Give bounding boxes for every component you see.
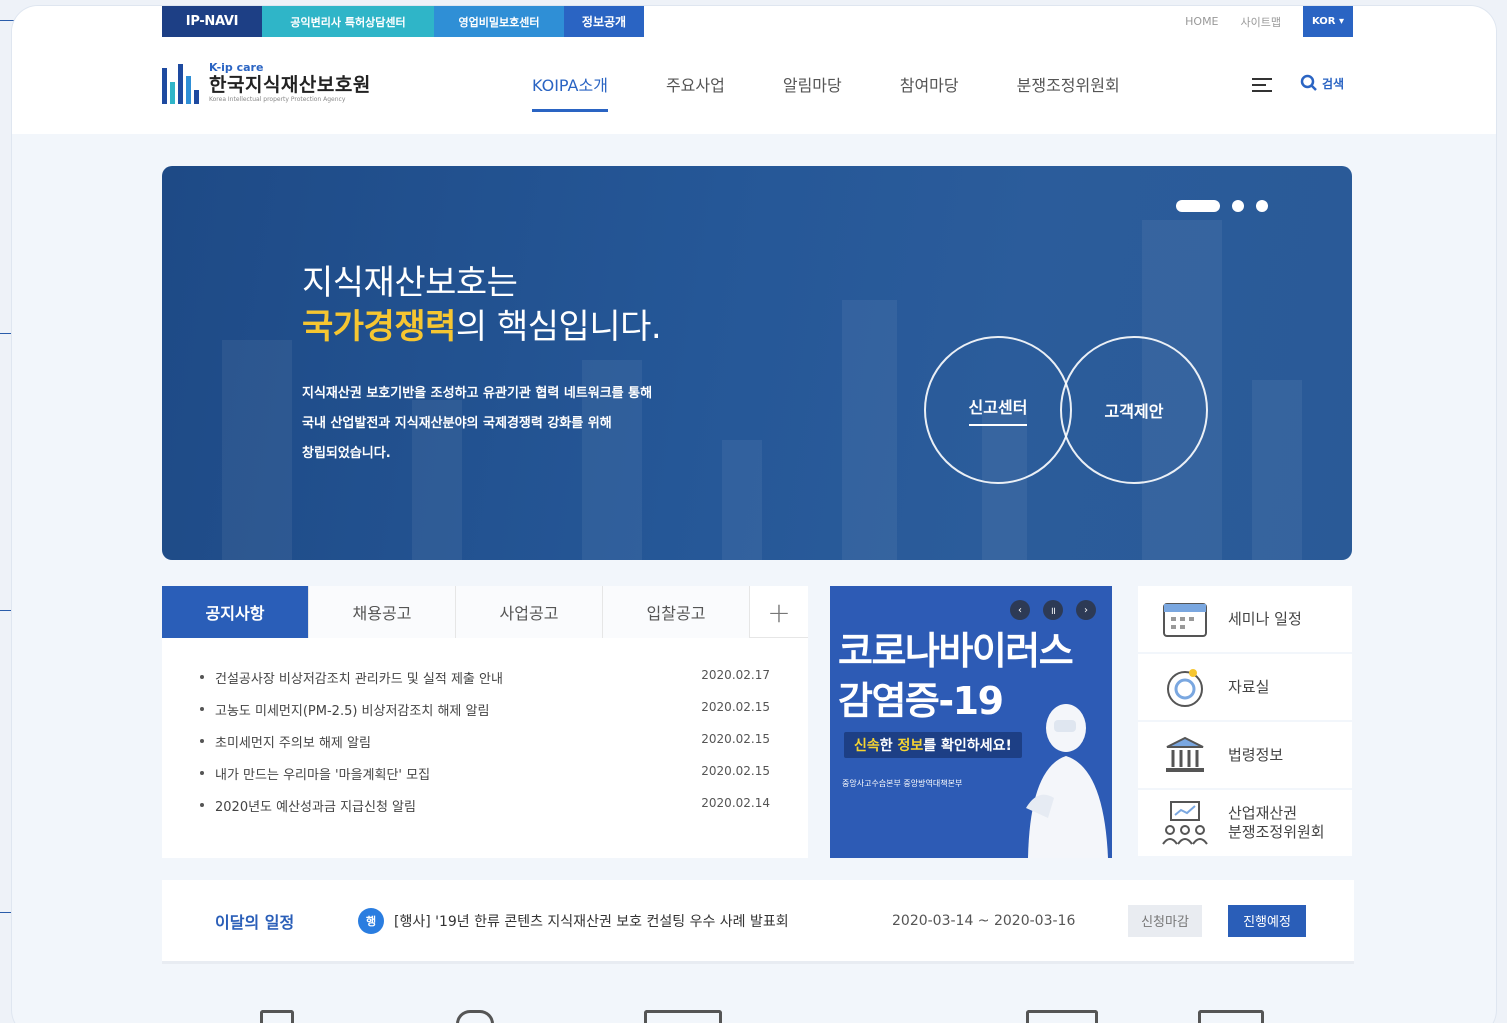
main-navigation: KOIPA소개 주요사업 알림마당 참여마당 분쟁조정위원회 bbox=[532, 72, 1178, 112]
bottom-quick-icon[interactable] bbox=[1198, 1010, 1264, 1023]
more-plus-icon[interactable]: + bbox=[750, 586, 808, 638]
quick-link-label: 자료실 bbox=[1228, 677, 1270, 696]
skyline-building bbox=[1252, 380, 1302, 560]
schedule-date: 2020-03-14 ~ 2020-03-16 bbox=[892, 912, 1076, 929]
schedule-title: 이달의 일정 bbox=[215, 912, 295, 932]
archive-icon bbox=[1160, 664, 1210, 710]
home-link[interactable]: HOME bbox=[1185, 15, 1218, 28]
nav-notice-board[interactable]: 알림마당 bbox=[783, 72, 842, 106]
bottom-quick-icon[interactable] bbox=[260, 1010, 294, 1023]
prev-icon[interactable]: ‹ bbox=[1010, 600, 1030, 620]
covid-promo-banner[interactable]: ‹ ॥ › 코로나바이러스 감염증-19 신속한 정보를 확인하세요! 중앙사고… bbox=[830, 586, 1112, 858]
bottom-quick-icon[interactable] bbox=[456, 1010, 494, 1023]
hero-highlight: 국가경쟁력 bbox=[302, 307, 456, 347]
hero-banner: 지식재산보호는 국가경쟁력의 핵심입니다. 지식재산권 보호기반을 조성하고 유… bbox=[162, 166, 1352, 560]
nav-main-business[interactable]: 주요사업 bbox=[666, 72, 725, 106]
list-item[interactable]: 고농도 미세먼지(PM-2.5) 비상저감조치 해제 알림 2020.02.15 bbox=[200, 700, 770, 732]
language-select[interactable]: KOR ▾ bbox=[1303, 6, 1353, 37]
notice-board: 공지사항 채용공고 사업공고 입찰공고 + 건설공사장 비상저감조치 관리카드 … bbox=[162, 586, 808, 858]
list-item[interactable]: 내가 만드는 우리마을 '마을계획단' 모집 2020.02.15 bbox=[200, 764, 770, 796]
monthly-schedule: 이달의 일정 행 [행사] '19년 한류 콘텐츠 지식재산권 보호 컨설팅 우… bbox=[162, 880, 1354, 964]
utility-links: HOME 사이트맵 KOR ▾ bbox=[1185, 6, 1353, 37]
next-icon[interactable]: › bbox=[1076, 600, 1096, 620]
browser-frame: IP-NAVI 공익변리사 특허상담센터 영업비밀보호센터 정보공개 HOME … bbox=[12, 6, 1496, 1023]
status-badge-closed: 신청마감 bbox=[1128, 904, 1202, 937]
quick-link-seminar[interactable]: 세미나 일정 bbox=[1138, 586, 1352, 652]
customer-proposal-button[interactable]: 고객제안 bbox=[1060, 336, 1208, 484]
quick-link-label: 산업재산권 분쟁조정위원회 bbox=[1228, 804, 1325, 841]
sitemap-link[interactable]: 사이트맵 bbox=[1241, 14, 1281, 30]
committee-icon bbox=[1160, 800, 1210, 846]
status-badge-upcoming: 진행예정 bbox=[1228, 904, 1306, 937]
tab-business-announcements[interactable]: 사업공고 bbox=[456, 586, 603, 638]
tab-recruitment[interactable]: 채용공고 bbox=[309, 586, 456, 638]
list-item[interactable]: 초미세먼지 주의보 해제 알림 2020.02.15 bbox=[200, 732, 770, 764]
schedule-event-link[interactable]: [행사] '19년 한류 콘텐츠 지식재산권 보호 컨설팅 우수 사례 발표회 bbox=[394, 911, 892, 931]
hero-pagination bbox=[1176, 200, 1280, 212]
law-building-icon bbox=[1160, 732, 1210, 778]
bottom-quick-icon[interactable] bbox=[1026, 1010, 1098, 1023]
quick-link-archive[interactable]: 자료실 bbox=[1138, 654, 1352, 720]
nav-dispute-committee[interactable]: 분쟁조정위원회 bbox=[1017, 72, 1120, 106]
tab-info-disclosure[interactable]: 정보공개 bbox=[564, 6, 644, 37]
hero-description: 지식재산권 보호기반을 조성하고 유관기관 협력 네트워크를 통해 국내 산업발… bbox=[302, 386, 653, 461]
list-item[interactable]: 2020년도 예산성과금 지급신청 알림 2020.02.14 bbox=[200, 796, 770, 828]
skyline-building bbox=[842, 300, 897, 560]
nav-participation[interactable]: 참여마당 bbox=[900, 72, 959, 106]
quick-links: 세미나 일정 자료실 법령정보 산업재산권 분쟁조정위원회 bbox=[1138, 586, 1352, 858]
event-type-badge: 행 bbox=[358, 907, 384, 934]
family-site-tabs: IP-NAVI 공익변리사 특허상담센터 영업비밀보호센터 정보공개 bbox=[162, 6, 644, 37]
calendar-icon bbox=[1160, 596, 1210, 642]
quick-link-law[interactable]: 법령정보 bbox=[1138, 722, 1352, 788]
search-label: 검색 bbox=[1322, 76, 1345, 91]
nav-koipa-intro[interactable]: KOIPA소개 bbox=[532, 72, 608, 112]
menu-icon[interactable] bbox=[1252, 78, 1272, 96]
tab-bid-announcements[interactable]: 입찰공고 bbox=[603, 586, 750, 638]
promo-subtitle: 신속한 정보를 확인하세요! bbox=[844, 732, 1022, 758]
tab-trade-secret-center[interactable]: 영업비밀보호센터 bbox=[434, 6, 564, 37]
slide-indicator[interactable] bbox=[1232, 200, 1244, 212]
promo-controls: ‹ ॥ › bbox=[997, 600, 1096, 620]
list-item[interactable]: 건설공사장 비상저감조치 관리카드 및 실적 제출 안내 2020.02.17 bbox=[200, 668, 770, 700]
logo-icon bbox=[162, 62, 199, 104]
skyline-building bbox=[722, 440, 762, 560]
logo-name: 한국지식재산보호원 bbox=[209, 74, 371, 96]
hero-title: 지식재산보호는 국가경쟁력의 핵심입니다. bbox=[302, 263, 662, 347]
skyline-building bbox=[222, 340, 292, 560]
site-logo[interactable]: K-ip care 한국지식재산보호원 Korea Intellectual p… bbox=[162, 62, 371, 104]
quick-link-label: 법령정보 bbox=[1228, 745, 1284, 764]
search-icon bbox=[1300, 74, 1317, 91]
quick-link-label: 세미나 일정 bbox=[1228, 609, 1302, 628]
logo-subtitle: K-ip care bbox=[209, 61, 264, 74]
hazmat-person-illustration bbox=[1026, 704, 1108, 858]
bottom-quick-icon[interactable] bbox=[644, 1010, 722, 1023]
pause-icon[interactable]: ॥ bbox=[1043, 600, 1063, 620]
promo-organizations: 중앙사고수습본부 중앙방역대책본부 bbox=[842, 779, 963, 788]
logo-english-name: Korea Intellectual property Protection A… bbox=[209, 96, 346, 103]
notice-list: 건설공사장 비상저감조치 관리카드 및 실적 제출 안내 2020.02.17 고… bbox=[162, 638, 808, 828]
tab-patent-counsel-center[interactable]: 공익변리사 특허상담센터 bbox=[262, 6, 434, 37]
report-center-button[interactable]: 신고센터 bbox=[924, 336, 1072, 484]
quick-link-dispute-committee[interactable]: 산업재산권 분쟁조정위원회 bbox=[1138, 790, 1352, 856]
board-tabs: 공지사항 채용공고 사업공고 입찰공고 + bbox=[162, 586, 808, 638]
search-button[interactable]: 검색 bbox=[1300, 74, 1344, 92]
tab-notices[interactable]: 공지사항 bbox=[162, 586, 309, 638]
tab-ip-navi[interactable]: IP-NAVI bbox=[162, 6, 262, 37]
slide-indicator-active[interactable] bbox=[1176, 200, 1220, 212]
slide-indicator[interactable] bbox=[1256, 200, 1268, 212]
